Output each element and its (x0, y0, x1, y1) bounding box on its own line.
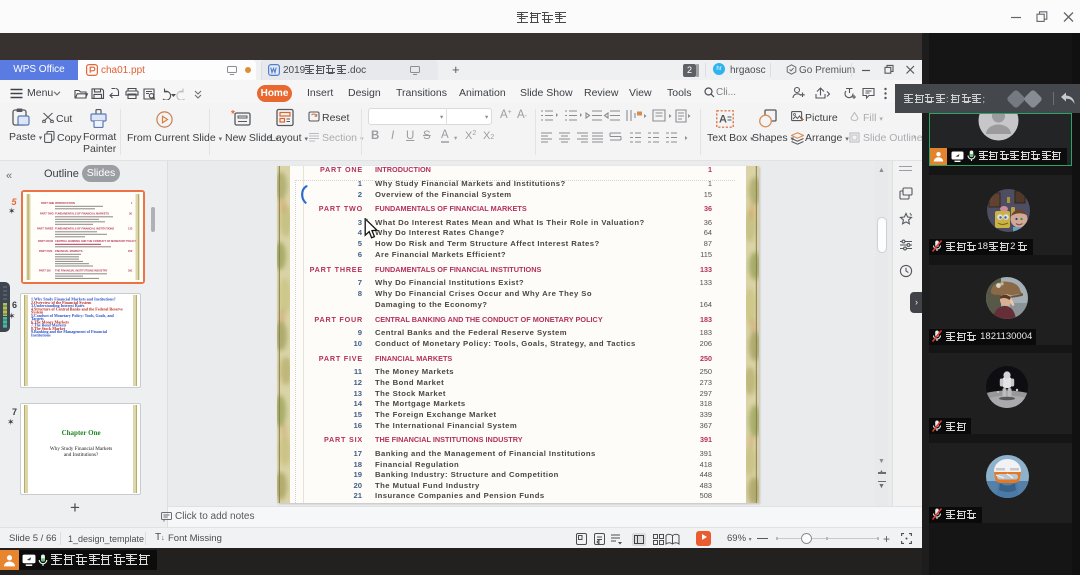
svg-text:PART THREE: PART THREE (37, 227, 54, 231)
svg-text:FINANCIAL MARKETS: FINANCIAL MARKETS (55, 249, 83, 253)
svg-text:INTRODUCTION: INTRODUCTION (55, 201, 75, 205)
svg-text:250: 250 (128, 249, 133, 253)
svg-text:PART TWO: PART TWO (40, 212, 54, 216)
svg-text:FUNDAMENTALS OF FINANCIAL INST: FUNDAMENTALS OF FINANCIAL INSTITUTIONS (55, 227, 114, 231)
svg-text:133: 133 (128, 227, 133, 231)
svg-text:THE FINANCIAL INSTITUTIONS IND: THE FINANCIAL INSTITUTIONS INDUSTRY (55, 269, 108, 273)
svg-text:PART ONE: PART ONE (41, 201, 54, 205)
svg-text:A: A (719, 114, 727, 126)
svg-text:PART FOUR: PART FOUR (38, 239, 53, 243)
svg-text:PART FIVE: PART FIVE (39, 249, 53, 253)
svg-text:PART SIX: PART SIX (39, 269, 51, 273)
svg-text:FUNDAMENTALS OF FINANCIAL MARK: FUNDAMENTALS OF FINANCIAL MARKETS (55, 212, 109, 216)
svg-text:391: 391 (128, 269, 133, 273)
svg-text:CENTRAL BANKING AND THE CONDUC: CENTRAL BANKING AND THE CONDUCT OF MONET… (55, 239, 136, 243)
